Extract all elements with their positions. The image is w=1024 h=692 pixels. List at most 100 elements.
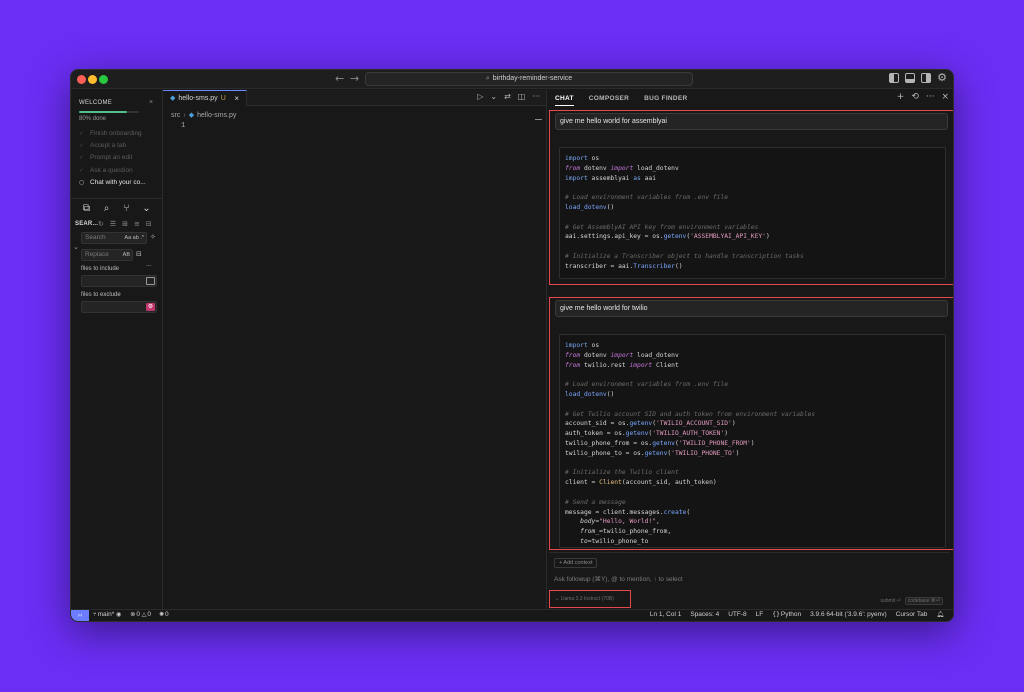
followup-input[interactable]: Ask followup (⌘Y), @ to mention, ↑ to se… <box>554 575 683 583</box>
branch-icon: ⑂ <box>93 611 97 618</box>
close-tab-icon[interactable]: × <box>234 91 239 106</box>
model-selector-highlight: ⌄ Llama 3.3 Instruct (70B) <box>549 590 631 608</box>
breadcrumb-folder[interactable]: src <box>171 112 180 119</box>
codebase-button[interactable]: codebase ⌘⏎ <box>904 597 943 605</box>
editor-tab[interactable]: ◆ hello-sms.py U × <box>163 90 247 106</box>
cursor-tab-status[interactable]: Cursor Tab <box>896 611 928 618</box>
chat-message: give me hello world for twilio import os… <box>549 297 953 550</box>
more-icon[interactable]: ··· <box>532 92 540 101</box>
split-editor-icon[interactable]: ◫ <box>518 92 526 101</box>
close-window-button[interactable] <box>77 75 86 84</box>
circle-icon: ○ <box>79 178 85 186</box>
indentation[interactable]: Spaces: 4 <box>690 611 719 618</box>
run-icon[interactable]: ▷ <box>477 92 483 101</box>
toggle-replace-chevron-icon[interactable]: ⌄ <box>73 243 79 251</box>
search-options[interactable]: Aa ab .* <box>124 233 144 243</box>
editor-area: ◆ hello-sms.py U × ▷ ⌄ ⇄ ◫ ··· src › ◆ hello-… <box>163 90 547 611</box>
check-icon: ✓ <box>79 141 85 149</box>
tab-chat[interactable]: CHAT <box>555 95 574 106</box>
breadcrumb-file[interactable]: hello-sms.py <box>197 112 236 119</box>
collapse-all-icon[interactable]: ⊟ <box>146 220 152 228</box>
source-control-icon[interactable]: ⑂ <box>121 203 132 214</box>
files-to-exclude-label: files to exclude <box>81 292 121 298</box>
exclude-settings-icon[interactable]: ⚙ <box>146 303 155 311</box>
chat-message: give me hello world for assemblyai impor… <box>549 110 953 285</box>
new-search-editor-icon[interactable]: ⊞ <box>122 220 128 228</box>
close-icon[interactable]: × <box>149 99 153 106</box>
toggle-sidebar-icon[interactable] <box>889 73 900 83</box>
python-interpreter[interactable]: 3.9.6 64-bit ('3.9.6': pyenv) <box>810 611 887 618</box>
bell-icon[interactable]: 🔔︎ <box>936 611 944 618</box>
tab-composer[interactable]: COMPOSER <box>589 95 629 106</box>
language-mode[interactable]: {}Python <box>772 611 801 618</box>
diff-icon[interactable]: ⇄ <box>504 92 511 101</box>
new-chat-icon[interactable]: + <box>897 92 905 102</box>
checklist-item[interactable]: ✓ Prompt an edit <box>79 152 163 164</box>
error-icon: ⊗ <box>130 611 136 618</box>
minimize-window-button[interactable] <box>88 75 97 84</box>
ports-indicator[interactable]: ✺0 <box>159 611 169 618</box>
user-prompt[interactable]: give me hello world for twilio <box>555 300 948 317</box>
toggle-panel-icon[interactable] <box>905 73 916 83</box>
back-arrow-icon[interactable]: ← <box>335 72 344 85</box>
command-search-bar[interactable]: ⌕ birthday-reminder-service <box>365 72 693 86</box>
branch-indicator[interactable]: ⑂main* ◉ <box>93 611 122 618</box>
submit-hint: submit ⏎ codebase ⌘⏎ <box>880 597 943 605</box>
add-context-button[interactable]: + Add context <box>554 558 598 568</box>
cursor-position[interactable]: Ln 1, Col 1 <box>650 611 681 618</box>
clear-results-icon[interactable]: ☰ <box>110 220 116 228</box>
scrollbar-marker[interactable] <box>535 119 542 120</box>
close-icon[interactable]: × <box>941 92 949 102</box>
more-icon[interactable]: ··· <box>146 263 152 270</box>
view-as-tree-icon[interactable]: ≡ <box>134 220 140 228</box>
chevron-down-icon[interactable]: ⌄ <box>141 203 152 214</box>
remote-indicator-icon[interactable]: ›‹ <box>71 610 89 621</box>
checklist-item-active[interactable]: ○ Chat with your co... <box>79 176 163 188</box>
eye-icon: ◉ <box>116 611 122 618</box>
user-prompt[interactable]: give me hello world for assemblyai <box>555 113 948 130</box>
files-to-include-input[interactable] <box>81 275 157 287</box>
maximize-window-button[interactable] <box>99 75 108 84</box>
status-bar: ›‹ ⑂main* ◉ ⊗0 △0 ✺0 Ln 1, Col 1 Spaces:… <box>71 609 953 621</box>
onboarding-checklist: ✓ Finish onboarding ✓ Accept a tab ✓ Prompt… <box>79 127 163 188</box>
search-input[interactable]: Search Aa ab .* <box>81 232 147 244</box>
problems-indicator[interactable]: ⊗0 △0 <box>130 611 151 618</box>
code-block[interactable]: import os from dotenv import load_dotenv… <box>559 334 946 548</box>
onboarding-progress-bar <box>79 111 139 113</box>
replace-input[interactable]: Replace AB <box>81 249 133 261</box>
checklist-item[interactable]: ✓ Ask a question <box>79 164 163 176</box>
chat-actions: + ⟲ ··· × <box>897 92 949 102</box>
search-icon: ⌕ <box>485 75 490 82</box>
more-icon[interactable]: ··· <box>926 92 935 102</box>
chevron-down-icon[interactable]: ⌄ <box>490 92 497 101</box>
sidebar: WELCOME × 80% done ✓ Finish onboarding ✓ A… <box>71 90 163 611</box>
python-file-icon: ◆ <box>170 95 176 102</box>
sparkle-icon[interactable]: ✧ <box>150 233 156 241</box>
files-icon[interactable]: ⧉ <box>81 203 92 214</box>
preserve-case-option[interactable]: AB <box>123 250 130 260</box>
line-number: 1 <box>181 122 186 130</box>
search-panel-title: SEAR... <box>75 221 99 227</box>
gear-icon[interactable]: ⚙ <box>937 72 947 83</box>
search-toolbar: ↻ ☰ ⊞ ≡ ⊟ <box>98 220 152 228</box>
encoding[interactable]: UTF-8 <box>728 611 746 618</box>
toggle-secondary-sidebar-icon[interactable] <box>921 73 932 83</box>
end-of-line[interactable]: LF <box>756 611 764 618</box>
checklist-item[interactable]: ✓ Accept a tab <box>79 139 163 151</box>
chat-panel: CHAT COMPOSER BUG FINDER + ⟲ ··· × give … <box>547 90 953 611</box>
model-selector[interactable]: ⌄ Llama 3.3 Instruct (70B) <box>555 596 614 602</box>
replace-all-icon[interactable]: ⊟ <box>136 250 142 258</box>
checklist-item[interactable]: ✓ Finish onboarding <box>79 127 163 139</box>
tab-bug-finder[interactable]: BUG FINDER <box>644 95 687 106</box>
submit-button[interactable]: submit ⏎ <box>880 598 900 604</box>
welcome-title: WELCOME <box>79 100 113 106</box>
open-editors-icon[interactable] <box>146 277 155 285</box>
forward-arrow-icon[interactable]: → <box>350 72 359 85</box>
files-to-exclude-input[interactable]: ⚙ <box>81 301 157 313</box>
code-block[interactable]: import os from dotenv import load_dotenv… <box>559 147 946 279</box>
title-bar: ← → ⌕ birthday-reminder-service ⚙ <box>71 70 953 89</box>
refresh-icon[interactable]: ↻ <box>98 220 104 228</box>
search-icon[interactable]: ⌕ <box>101 203 112 214</box>
app-window: ← → ⌕ birthday-reminder-service ⚙ WELCOME… <box>70 69 954 622</box>
history-icon[interactable]: ⟲ <box>911 92 919 102</box>
